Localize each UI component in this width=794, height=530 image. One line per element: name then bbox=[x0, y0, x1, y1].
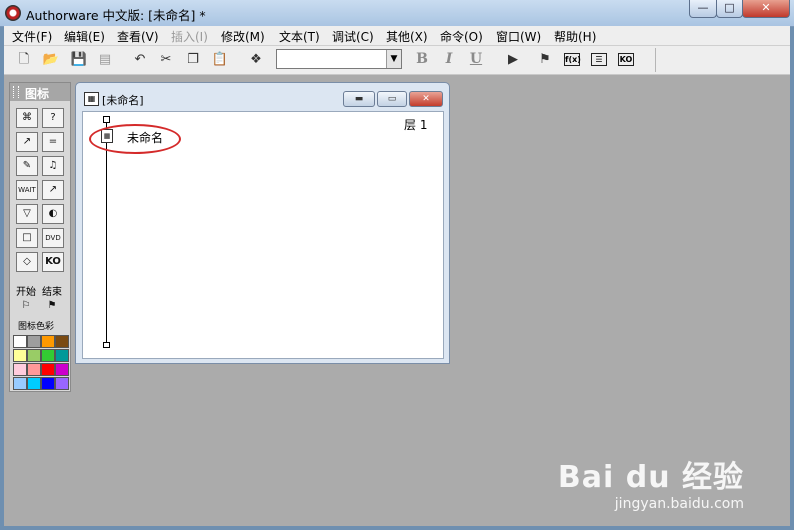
navigate-icon[interactable]: ↗ bbox=[42, 180, 64, 200]
close-button[interactable]: ✕ bbox=[742, 0, 790, 18]
color-swatch[interactable] bbox=[55, 349, 69, 362]
menu-bar: 文件(F) 编辑(E) 查看(V) 插入(I) 修改(M) 文本(T) 调试(C… bbox=[4, 26, 790, 46]
color-swatch[interactable] bbox=[55, 377, 69, 390]
display-icon[interactable]: ⌘ bbox=[16, 108, 38, 128]
end-label: 结束 bbox=[42, 287, 62, 298]
wait-icon[interactable]: WAIT bbox=[16, 180, 38, 200]
copy-icon[interactable]: ❐ bbox=[184, 51, 202, 68]
palette-title: 图标 bbox=[25, 87, 50, 101]
paste-icon[interactable]: 📋 bbox=[211, 51, 229, 68]
flag-icon[interactable]: ⚑ bbox=[536, 51, 554, 68]
drag-handle-icon[interactable] bbox=[13, 86, 19, 98]
end-flag-icon[interactable]: ⚑ bbox=[42, 297, 62, 315]
flowchart-maximize-button[interactable]: ▭ bbox=[377, 91, 407, 107]
cut-icon[interactable]: ✂ bbox=[157, 51, 175, 68]
new-file-icon[interactable]: 🗋 bbox=[15, 51, 33, 68]
toolbar: 🗋 📂 💾 ▤ ↶ ✂ ❐ 📋 ❖ ▼ B I U ▶ ⚑ f(x) ☰ KO bbox=[4, 46, 790, 75]
import-icon[interactable]: ▤ bbox=[96, 51, 114, 68]
minimize-button[interactable]: — bbox=[689, 0, 717, 18]
dvd-icon[interactable]: DVD bbox=[42, 228, 64, 248]
sound-icon[interactable]: ♫ bbox=[42, 156, 64, 176]
color-swatch[interactable] bbox=[41, 349, 55, 362]
flowchart-window-title: [未命名] bbox=[102, 94, 144, 107]
functions-button[interactable]: f(x) bbox=[564, 53, 581, 66]
color-swatch[interactable] bbox=[55, 363, 69, 376]
menu-command[interactable]: 命令(O) bbox=[440, 28, 483, 45]
flowline-end-marker bbox=[103, 342, 110, 348]
authorware-logo-icon bbox=[5, 5, 21, 21]
menu-edit[interactable]: 编辑(E) bbox=[64, 28, 105, 45]
map-window-icon: ▦ bbox=[84, 92, 99, 106]
start-flag-icon[interactable]: ⚐ bbox=[16, 297, 36, 315]
menu-file[interactable]: 文件(F) bbox=[12, 28, 52, 45]
window-title: Authorware 中文版: [未命名] * bbox=[26, 8, 206, 23]
color-swatch[interactable] bbox=[27, 335, 41, 348]
toolbar-divider bbox=[655, 48, 656, 72]
start-label: 开始 bbox=[16, 287, 36, 298]
menu-other[interactable]: 其他(X) bbox=[386, 28, 428, 45]
flowchart-minimize-button[interactable]: ▬ bbox=[343, 91, 375, 107]
highlight-ellipse bbox=[89, 124, 181, 154]
palette-header[interactable]: 图标 bbox=[10, 83, 70, 101]
bold-button[interactable]: B bbox=[413, 51, 431, 68]
watermark-logo: Bai du 经验 bbox=[557, 460, 744, 495]
run-icon[interactable]: ▶ bbox=[504, 51, 522, 68]
color-swatch[interactable] bbox=[13, 363, 27, 376]
menu-view[interactable]: 查看(V) bbox=[117, 28, 159, 45]
icon-palette: 图标 ⌘ ? ↗ = ✎ ♫ WAIT ↗ ▽ ◐ □ DVD ◇ KO 开始 … bbox=[9, 82, 71, 392]
flowline bbox=[106, 122, 107, 348]
color-swatch[interactable] bbox=[55, 335, 69, 348]
movie-icon[interactable]: ◐ bbox=[42, 204, 64, 224]
color-swatch[interactable] bbox=[41, 335, 55, 348]
menu-help[interactable]: 帮助(H) bbox=[554, 28, 596, 45]
flowchart-close-button[interactable]: ✕ bbox=[409, 91, 443, 107]
color-swatch[interactable] bbox=[27, 349, 41, 362]
decision-icon[interactable]: ▽ bbox=[16, 204, 38, 224]
motion-icon[interactable]: ↗ bbox=[16, 132, 38, 152]
find-icon[interactable]: ❖ bbox=[247, 51, 265, 68]
color-swatch[interactable] bbox=[13, 335, 27, 348]
color-swatch[interactable] bbox=[27, 377, 41, 390]
flowline-canvas[interactable]: 层 1 ▦ 未命名 bbox=[82, 111, 444, 359]
menu-modify[interactable]: 修改(M) bbox=[221, 28, 265, 45]
chevron-down-icon[interactable]: ▼ bbox=[386, 50, 401, 68]
color-swatch[interactable] bbox=[41, 363, 55, 376]
erase-icon[interactable]: ✎ bbox=[16, 156, 38, 176]
save-icon[interactable]: 💾 bbox=[70, 51, 88, 68]
interaction-icon[interactable]: ? bbox=[42, 108, 64, 128]
calculation-icon[interactable]: = bbox=[42, 132, 64, 152]
menu-debug[interactable]: 调试(C) bbox=[332, 28, 374, 45]
flowchart-window: ▦ [未命名] ▬ ▭ ✕ 层 1 ▦ 未命名 bbox=[75, 82, 450, 364]
color-swatch[interactable] bbox=[13, 349, 27, 362]
knowledge-object-icon[interactable]: KO bbox=[42, 252, 64, 272]
menu-text[interactable]: 文本(T) bbox=[279, 28, 320, 45]
variables-button[interactable]: ☰ bbox=[591, 53, 607, 66]
workspace: 文件(F) 编辑(E) 查看(V) 插入(I) 修改(M) 文本(T) 调试(C… bbox=[4, 26, 790, 526]
knowledge-objects-button[interactable]: KO bbox=[618, 53, 634, 66]
watermark-url: jingyan.baidu.com bbox=[614, 496, 744, 512]
flowline-start-marker bbox=[103, 116, 110, 123]
text-style-dropdown[interactable]: ▼ bbox=[276, 49, 402, 69]
icon-color-label: 图标色彩 bbox=[18, 322, 55, 332]
color-swatch[interactable] bbox=[41, 377, 55, 390]
open-file-icon[interactable]: 📂 bbox=[42, 51, 60, 68]
color-swatch[interactable] bbox=[13, 377, 27, 390]
map-icon[interactable]: ◇ bbox=[16, 252, 38, 272]
framework-icon[interactable]: □ bbox=[16, 228, 38, 248]
maximize-button[interactable]: □ bbox=[716, 0, 743, 18]
baidu-watermark: Bai du 经验 jingyan.baidu.com bbox=[558, 452, 744, 512]
italic-button[interactable]: I bbox=[440, 51, 458, 68]
menu-window[interactable]: 窗口(W) bbox=[496, 28, 541, 45]
app-title-bar: Authorware 中文版: [未命名] * — □ ✕ bbox=[0, 0, 794, 27]
color-swatch[interactable] bbox=[27, 363, 41, 376]
menu-insert[interactable]: 插入(I) bbox=[171, 28, 208, 45]
undo-icon[interactable]: ↶ bbox=[131, 51, 149, 68]
level-indicator: 层 1 bbox=[404, 118, 428, 132]
underline-button[interactable]: U bbox=[467, 51, 485, 68]
